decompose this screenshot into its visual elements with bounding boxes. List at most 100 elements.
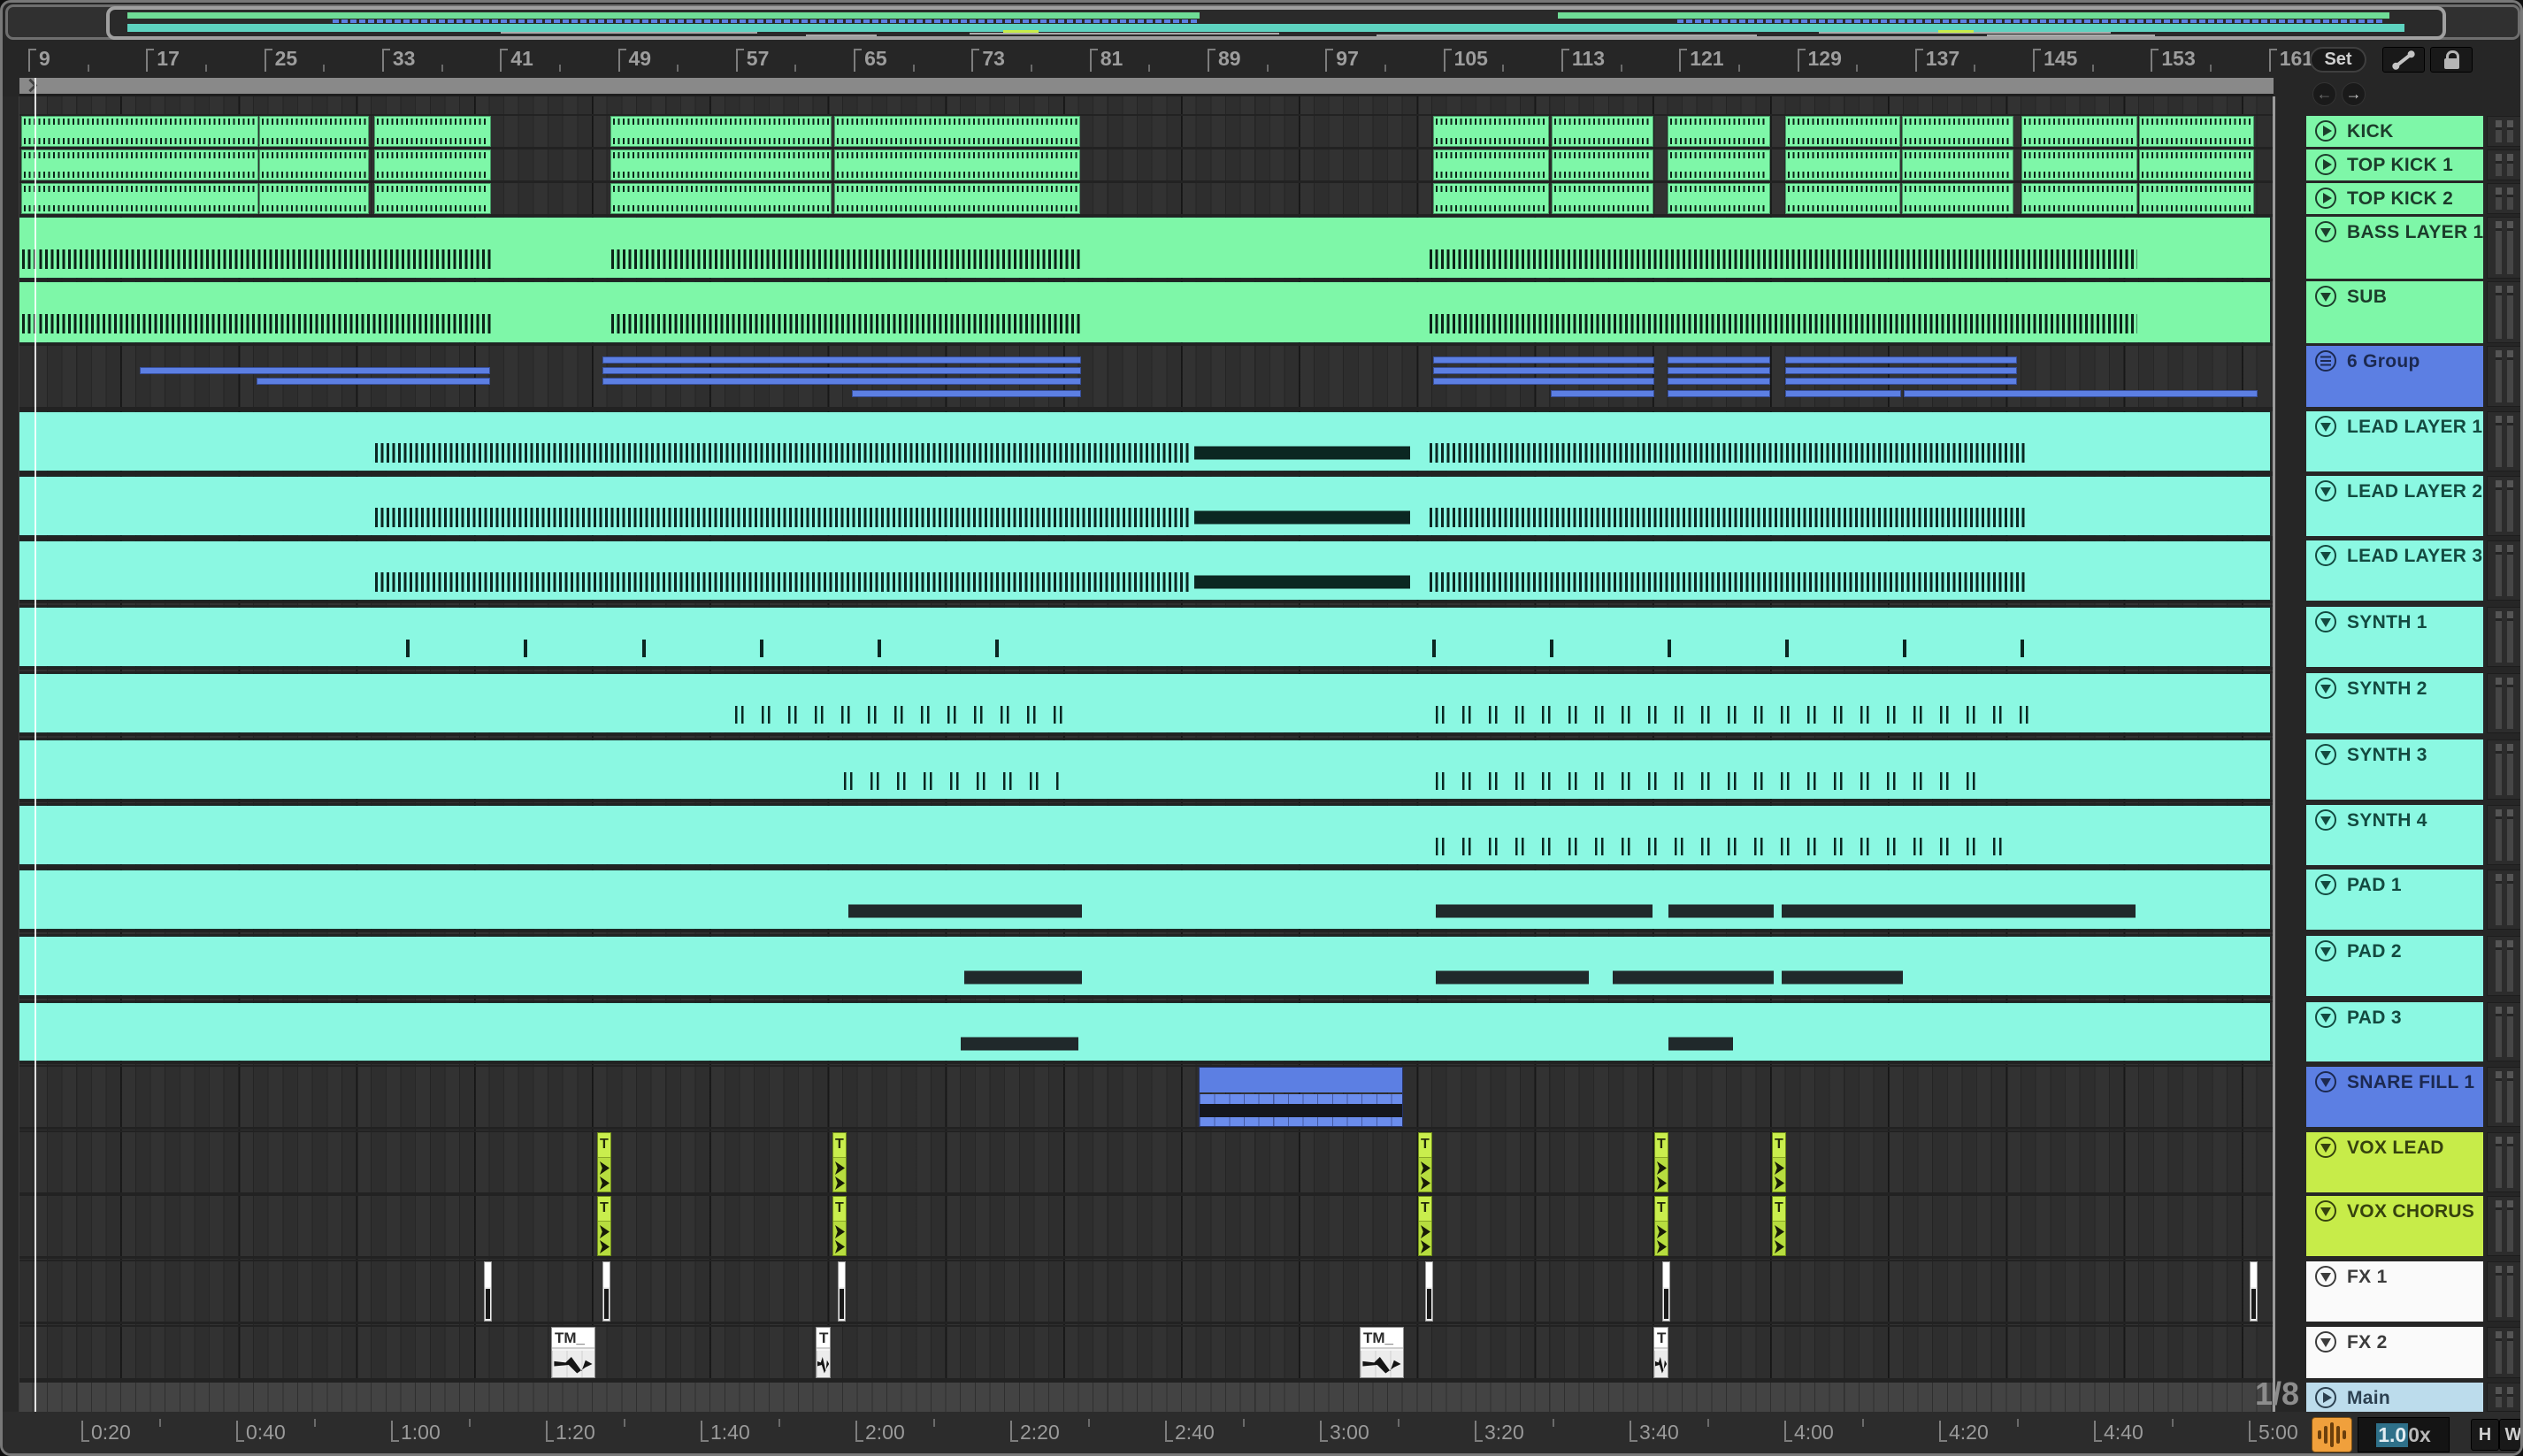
lock-button[interactable] <box>2430 47 2473 73</box>
lane-lead2[interactable] <box>3 476 2273 536</box>
clip[interactable] <box>374 116 491 147</box>
clip[interactable] <box>17 281 2271 343</box>
group-clip-bar[interactable] <box>852 390 1081 397</box>
track-header-pad1[interactable]: PAD 1 <box>2306 870 2483 930</box>
clip[interactable] <box>1552 183 1653 214</box>
group-clip-bar[interactable] <box>602 367 1081 374</box>
clip[interactable] <box>610 116 832 147</box>
group-clip-bar[interactable] <box>1668 367 1770 374</box>
collapse-icon[interactable] <box>2315 1200 2336 1222</box>
group-clip-bar[interactable] <box>1785 367 2017 374</box>
width-zoom-button[interactable]: W <box>2499 1419 2520 1451</box>
collapse-icon[interactable] <box>2315 940 2336 962</box>
lane-lead3[interactable] <box>3 540 2273 601</box>
group-clip-bar[interactable] <box>1668 356 1770 364</box>
collapse-icon[interactable] <box>2315 221 2336 242</box>
collapse-icon[interactable] <box>2315 545 2336 566</box>
lane-fx1[interactable] <box>3 1261 2273 1322</box>
clip[interactable] <box>1668 116 1770 147</box>
lane-main[interactable] <box>3 1383 2273 1412</box>
play-icon[interactable] <box>2315 1387 2336 1408</box>
clip[interactable] <box>17 805 2271 865</box>
clip[interactable] <box>259 183 369 214</box>
group-clip-bar[interactable] <box>602 356 1081 364</box>
track-header-voxchorus[interactable]: VOX CHORUS <box>2306 1196 2483 1256</box>
group-clip-bar[interactable] <box>602 378 1081 385</box>
clip[interactable] <box>17 607 2271 667</box>
track-header-fx1[interactable]: FX 1 <box>2306 1261 2483 1322</box>
clip[interactable] <box>610 183 832 214</box>
clip[interactable] <box>1668 149 1770 180</box>
menu-icon[interactable] <box>2315 350 2336 372</box>
track-header-sub[interactable]: SUB <box>2306 281 2483 343</box>
track-header-kick[interactable]: KICK <box>2306 116 2483 147</box>
clip[interactable] <box>1662 1261 1670 1322</box>
clip[interactable] <box>17 217 2271 279</box>
lane-sub[interactable] <box>3 281 2273 343</box>
lane-fx2[interactable]: TM_ T TM_ T <box>3 1327 2273 1378</box>
clip[interactable]: T <box>1418 1196 1432 1256</box>
collapse-icon[interactable] <box>2315 678 2336 699</box>
lane-voxchorus[interactable]: TTTTT <box>3 1196 2273 1256</box>
collapse-icon[interactable] <box>2315 1007 2336 1028</box>
clip[interactable] <box>259 149 369 180</box>
height-zoom-button[interactable]: H <box>2471 1419 2499 1451</box>
forward-arrow-button[interactable]: → <box>2342 82 2366 106</box>
clip[interactable] <box>2139 149 2254 180</box>
clip[interactable] <box>1902 149 2013 180</box>
clip[interactable]: T <box>832 1132 847 1192</box>
collapse-icon[interactable] <box>2315 1137 2336 1158</box>
track-header-main[interactable]: Main <box>2306 1383 2483 1412</box>
play-icon[interactable] <box>2315 154 2336 175</box>
clip[interactable] <box>834 183 1080 214</box>
playback-speed-field[interactable]: 1.0 0x <box>2358 1417 2450 1452</box>
clip[interactable] <box>1785 149 1900 180</box>
collapse-icon[interactable] <box>2315 611 2336 632</box>
lane-group[interactable] <box>3 346 2273 407</box>
clip[interactable] <box>21 149 258 180</box>
group-clip-bar[interactable] <box>1551 390 1654 397</box>
clip[interactable] <box>834 116 1080 147</box>
set-button[interactable]: Set <box>2310 47 2366 73</box>
clip[interactable] <box>2139 116 2254 147</box>
group-clip-bar[interactable] <box>1785 356 2017 364</box>
track-header-synth1[interactable]: SYNTH 1 <box>2306 607 2483 667</box>
collapse-icon[interactable] <box>2315 1331 2336 1353</box>
lane-bass[interactable] <box>3 217 2273 279</box>
clip[interactable]: T <box>1654 1132 1668 1192</box>
lane-synth1[interactable] <box>3 607 2273 667</box>
clip[interactable] <box>2021 183 2137 214</box>
back-arrow-button[interactable]: ← <box>2312 82 2336 106</box>
group-clip-bar[interactable] <box>1785 390 1901 397</box>
group-clip-bar[interactable] <box>1433 378 1654 385</box>
clip[interactable] <box>1433 183 1549 214</box>
lane-pad2[interactable] <box>3 936 2273 996</box>
clip[interactable] <box>2021 149 2137 180</box>
collapse-icon[interactable] <box>2315 480 2336 502</box>
scrub-area[interactable] <box>19 78 2274 96</box>
clip[interactable]: T <box>597 1132 611 1192</box>
clip[interactable] <box>1902 116 2013 147</box>
lane-topkick2[interactable] <box>3 183 2273 214</box>
lane-pad3[interactable] <box>3 1002 2273 1061</box>
track-header-group[interactable]: 6 Group <box>2306 346 2483 407</box>
group-clip-bar[interactable] <box>1904 390 2258 397</box>
lane-synth4[interactable] <box>3 805 2273 865</box>
track-header-voxlead[interactable]: VOX LEAD <box>2306 1132 2483 1192</box>
collapse-icon[interactable] <box>2315 1266 2336 1287</box>
clip[interactable]: TM_ <box>1360 1327 1404 1378</box>
clip[interactable]: T <box>597 1196 611 1256</box>
collapse-icon[interactable] <box>2315 286 2336 307</box>
clip[interactable] <box>838 1261 846 1322</box>
clip[interactable]: TM_ <box>551 1327 595 1378</box>
track-header-topkick1[interactable]: TOP KICK 1 <box>2306 149 2483 180</box>
collapse-icon[interactable] <box>2315 744 2336 765</box>
collapse-icon[interactable] <box>2315 809 2336 831</box>
clip[interactable] <box>21 116 258 147</box>
clip[interactable] <box>1552 116 1653 147</box>
track-header-pad3[interactable]: PAD 3 <box>2306 1002 2483 1061</box>
lane-kick[interactable] <box>3 116 2273 147</box>
draw-mode-button[interactable] <box>2382 47 2425 73</box>
clip[interactable] <box>1902 183 2013 214</box>
lane-synth3[interactable] <box>3 739 2273 800</box>
